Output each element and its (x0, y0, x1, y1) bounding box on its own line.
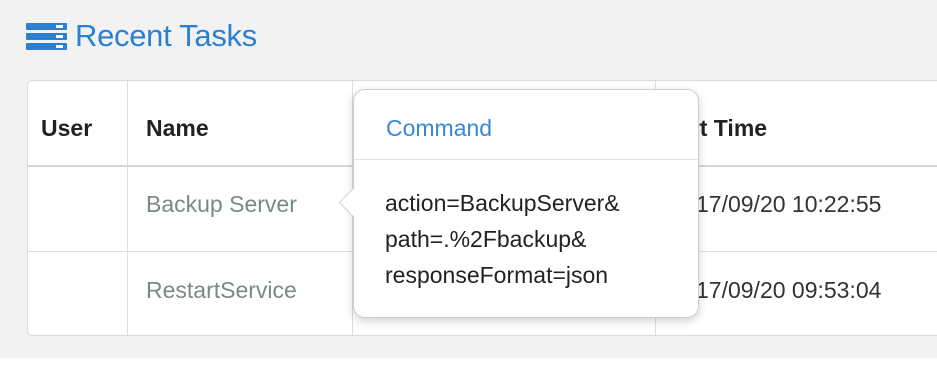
popover-title: Command (386, 115, 493, 141)
row-start-time: 17/09/20 09:53:04 (696, 277, 882, 303)
popover-divider (354, 159, 698, 160)
command-text: action=BackupServer& path=.%2Fbackup& re… (385, 185, 620, 293)
column-header-name[interactable]: Name (146, 115, 209, 142)
task-name-link[interactable]: RestartService (146, 277, 297, 304)
command-popover: Command action=BackupServer& path=.%2Fba… (338, 89, 699, 318)
panel-heading: Recent Tasks (26, 18, 257, 54)
panel-title: Recent Tasks (75, 18, 257, 53)
recent-tasks-panel: Recent Tasks User Name art Time Backup S… (0, 0, 937, 358)
column-header-user[interactable]: User (41, 115, 92, 142)
command-line: path=.%2Fbackup& (385, 226, 587, 252)
command-line: action=BackupServer& (385, 190, 620, 216)
server-icon (26, 23, 67, 51)
column-divider (127, 81, 128, 335)
row-start-time: 17/09/20 10:22:55 (696, 191, 882, 217)
command-line: responseFormat=json (385, 262, 609, 288)
task-name-link[interactable]: Backup Server (146, 191, 297, 218)
